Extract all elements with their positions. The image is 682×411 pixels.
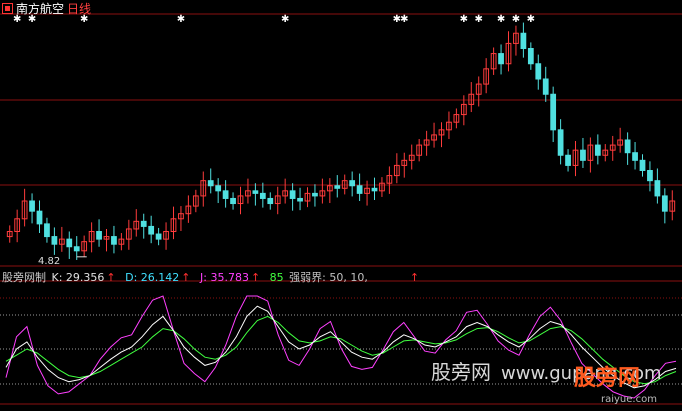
min-price-label: 4.82 <box>38 256 61 267</box>
candle-body <box>222 190 229 199</box>
candle-body <box>36 210 43 225</box>
star-icon: ✱ <box>512 14 520 25</box>
k-arrow-icon: ↑ <box>106 271 116 284</box>
candle-body <box>498 53 504 65</box>
candle-body <box>259 192 266 199</box>
indicator-name: 股旁网制 <box>2 271 46 284</box>
candle-body <box>230 197 236 205</box>
watermark-text: 股旁网 <box>431 360 491 384</box>
candle-body <box>639 159 646 171</box>
candle-body <box>624 139 631 154</box>
star-icon: ✱ <box>177 14 185 25</box>
candle-body <box>140 220 147 227</box>
stock-icon <box>2 3 13 14</box>
candle-body <box>334 185 341 189</box>
candle-body <box>297 197 303 202</box>
stock-chart-window: ✱ ✱ ✱ ✱ ✱ ✱ ✱ ✱ ✱ ✱ ✱ ✱ 南方航空 日线 4.82 股旁网制 K: 29.356 ↑… <box>0 0 682 411</box>
strength-arrow-icon: ↑ <box>409 271 420 284</box>
candle-body <box>527 48 534 65</box>
candle-body <box>96 231 102 240</box>
candle-body <box>289 190 296 199</box>
candle-body <box>73 246 80 252</box>
candle-body <box>550 93 557 131</box>
star-icon: ✱ <box>527 14 535 25</box>
chart-canvas[interactable]: ✱ ✱ ✱ ✱ ✱ ✱ ✱ ✱ ✱ ✱ ✱ ✱ <box>0 0 682 411</box>
j-label: J: 35.783 <box>200 271 249 284</box>
candle-body <box>312 192 318 197</box>
candle-body <box>557 129 564 156</box>
candle-body <box>654 180 661 197</box>
candle-body <box>111 236 117 245</box>
star-icon: ✱ <box>475 14 483 25</box>
candle-body <box>520 32 527 49</box>
candle-body <box>148 225 155 235</box>
candle-body <box>215 185 222 192</box>
chart-title: 南方航空 日线 <box>2 0 91 17</box>
candle-body <box>580 149 586 161</box>
j-arrow-icon: ↑ <box>250 271 261 284</box>
k-label: K: 29.356 <box>51 271 105 284</box>
candle-body <box>155 233 162 240</box>
star-icon: ✱ <box>460 14 468 25</box>
candle-body <box>647 170 653 182</box>
d-label: D: 26.142 <box>125 271 180 284</box>
candle-body <box>594 144 601 156</box>
brand-logo: 股旁网 <box>574 366 641 391</box>
level-85-label: 85 <box>269 271 284 284</box>
candle-body <box>51 236 58 245</box>
candle-body <box>44 223 50 238</box>
candle-body <box>349 180 356 187</box>
indicator-header: 股旁网制 K: 29.356 ↑ D: 26.142 ↑ J: 35.783 ↑ 85… <box>2 269 425 285</box>
candle-body <box>632 152 638 161</box>
stock-name: 南方航空 <box>16 2 65 16</box>
candle-body <box>371 187 378 192</box>
candle-body <box>66 238 73 248</box>
candle-body <box>565 154 571 166</box>
candle-body <box>267 197 274 205</box>
candle-body <box>356 185 363 194</box>
candle-body <box>542 78 549 95</box>
strength-label: 强弱界: 50, 10, <box>289 271 368 284</box>
candle-body <box>535 63 542 80</box>
star-icon: ✱ <box>400 14 408 25</box>
star-icon: ✱ <box>497 14 505 25</box>
candle-body <box>29 200 35 212</box>
candle-body <box>252 190 259 194</box>
period-label: 日线 <box>67 2 92 16</box>
candle-body <box>207 180 214 187</box>
candle-body <box>661 195 668 212</box>
d-arrow-icon: ↑ <box>181 271 191 284</box>
star-icon: ✱ <box>281 14 289 25</box>
brand-url: raiyue.com <box>601 394 657 405</box>
